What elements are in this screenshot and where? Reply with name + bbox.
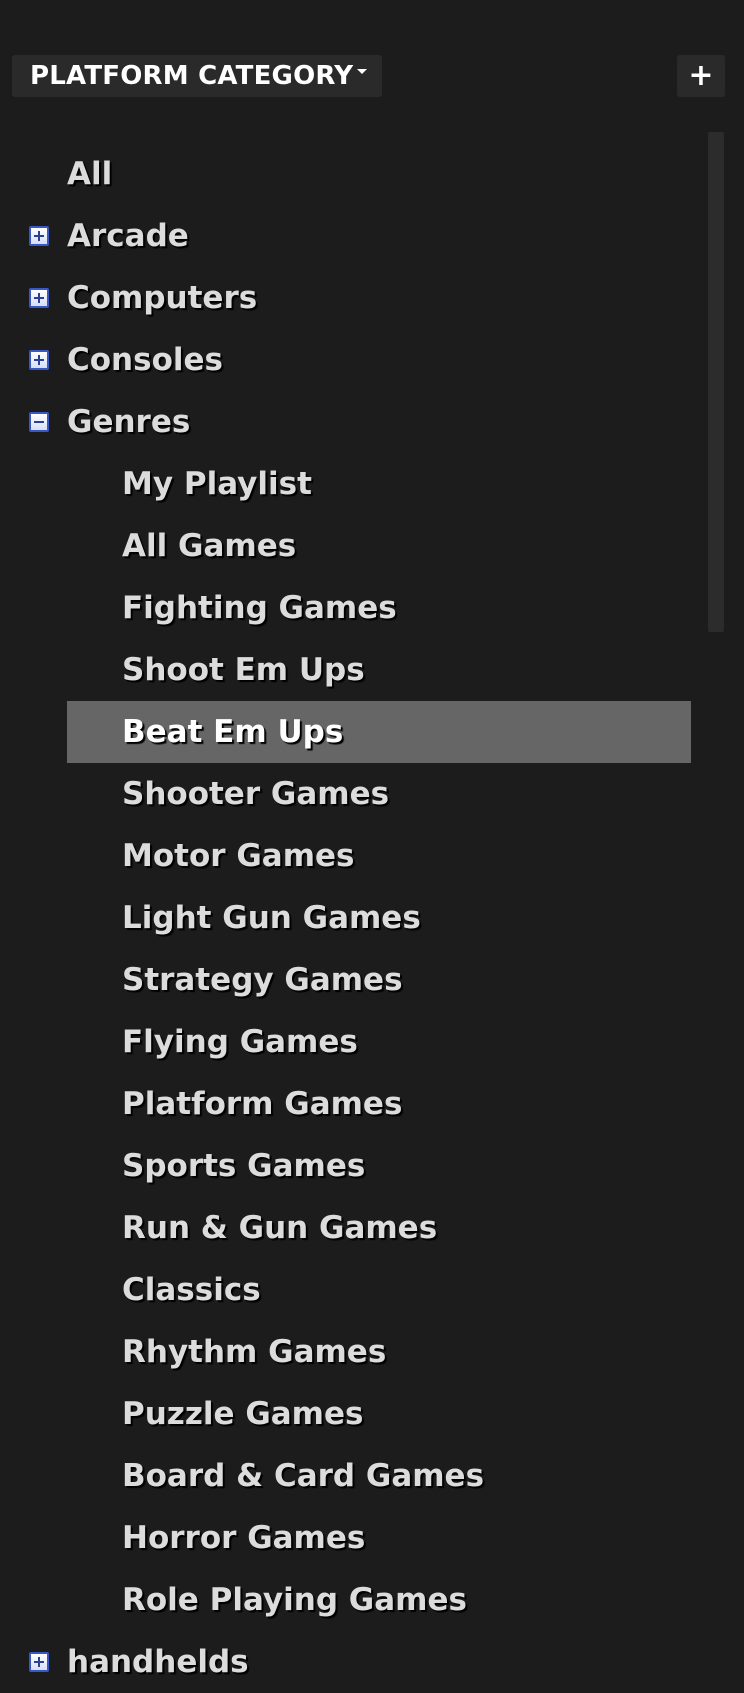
- tree-item-label: My Playlist: [122, 466, 312, 502]
- platform-category-label: PLATFORM CATEGORY: [30, 61, 354, 91]
- chevron-down-icon: [357, 68, 368, 74]
- tree-child-item[interactable]: Motor Games: [0, 825, 700, 887]
- tree-child-item[interactable]: Beat Em Ups: [0, 701, 700, 763]
- tree-child-item[interactable]: All Games: [0, 515, 700, 577]
- scrollbar[interactable]: [708, 132, 724, 632]
- tree-child-item[interactable]: Role Playing Games: [0, 1569, 700, 1631]
- tree-item-label: Puzzle Games: [122, 1396, 364, 1432]
- tree-child-item[interactable]: Puzzle Games: [0, 1383, 700, 1445]
- tree-child-item[interactable]: Flying Games: [0, 1011, 700, 1073]
- tree-item-label: Motor Games: [122, 838, 355, 874]
- tree-item-label: Computers: [67, 280, 258, 316]
- tree-item-label: Fighting Games: [122, 590, 397, 626]
- tree-node[interactable]: All: [0, 143, 700, 205]
- add-button[interactable]: +: [677, 55, 725, 97]
- tree-child-item[interactable]: Board & Card Games: [0, 1445, 700, 1507]
- tree-child-item[interactable]: Run & Gun Games: [0, 1197, 700, 1259]
- tree-node[interactable]: Genres: [0, 391, 700, 453]
- tree-item-label: Board & Card Games: [122, 1458, 485, 1494]
- tree-item-label: Role Playing Games: [122, 1582, 467, 1618]
- tree-item-label: Arcade: [67, 218, 189, 254]
- tree-item-label: Shooter Games: [122, 776, 390, 812]
- tree-item-label: All Games: [122, 528, 297, 564]
- tree-child-item[interactable]: Sports Games: [0, 1135, 700, 1197]
- tree-node[interactable]: Computers: [0, 267, 700, 329]
- tree-item-label: Rhythm Games: [122, 1334, 387, 1370]
- tree-item-label: Run & Gun Games: [122, 1210, 438, 1246]
- tree-item-label: Horror Games: [122, 1520, 366, 1556]
- expand-icon[interactable]: [29, 350, 49, 370]
- tree-child-item[interactable]: Light Gun Games: [0, 887, 700, 949]
- tree-child-item[interactable]: Shoot Em Ups: [0, 639, 700, 701]
- tree-item-label: Classics: [122, 1272, 261, 1308]
- tree-child-item[interactable]: Fighting Games: [0, 577, 700, 639]
- tree-child-item[interactable]: Shooter Games: [0, 763, 700, 825]
- expand-icon[interactable]: [29, 288, 49, 308]
- tree-child-item[interactable]: My Playlist: [0, 453, 700, 515]
- collapse-icon[interactable]: [29, 412, 49, 432]
- plus-icon: +: [688, 58, 714, 93]
- platform-category-dropdown[interactable]: PLATFORM CATEGORY: [12, 55, 382, 97]
- expand-icon[interactable]: [29, 226, 49, 246]
- tree-item-label: Platform Games: [122, 1086, 403, 1122]
- tree-child-item[interactable]: Classics: [0, 1259, 700, 1321]
- tree-item-label: Genres: [67, 404, 191, 440]
- tree-child-item[interactable]: Strategy Games: [0, 949, 700, 1011]
- scrollbar-thumb[interactable]: [708, 132, 724, 632]
- tree-item-label: handhelds: [67, 1644, 249, 1680]
- tree-node[interactable]: Consoles: [0, 329, 700, 391]
- tree-item-label: Shoot Em Ups: [122, 652, 365, 688]
- tree-item-label: Light Gun Games: [122, 900, 421, 936]
- tree-node[interactable]: handhelds: [0, 1631, 700, 1693]
- tree-item-label: Flying Games: [122, 1024, 358, 1060]
- tree-item-label: Consoles: [67, 342, 223, 378]
- tree-child-item[interactable]: Platform Games: [0, 1073, 700, 1135]
- tree-child-item[interactable]: Rhythm Games: [0, 1321, 700, 1383]
- tree-child-item[interactable]: Horror Games: [0, 1507, 700, 1569]
- tree-item-label: Strategy Games: [122, 962, 403, 998]
- expand-icon[interactable]: [29, 1652, 49, 1672]
- tree-node[interactable]: Arcade: [0, 205, 700, 267]
- category-tree: All Arcade Computers Consoles Genres My Playl…: [0, 143, 700, 1693]
- tree-item-label: Sports Games: [122, 1148, 366, 1184]
- tree-item-label: All: [67, 156, 113, 192]
- tree-item-label: Beat Em Ups: [122, 714, 344, 750]
